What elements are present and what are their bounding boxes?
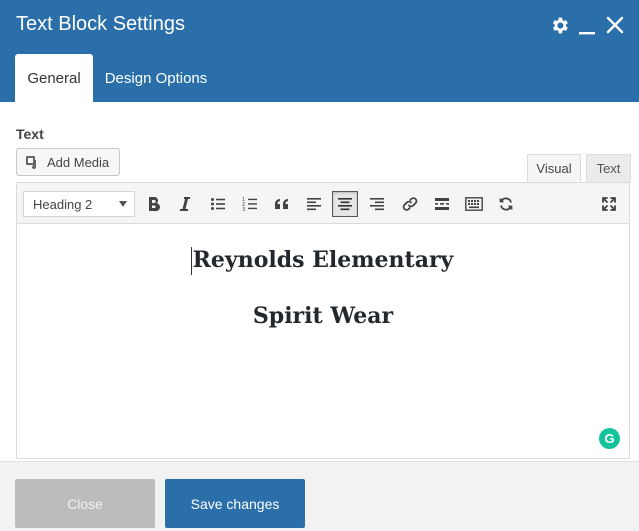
align-left-icon[interactable] — [301, 191, 327, 217]
tab-visual[interactable]: Visual — [527, 154, 581, 182]
window-title: Text Block Settings — [16, 13, 185, 35]
align-center-icon[interactable] — [332, 191, 358, 217]
tab-text[interactable]: Text — [586, 154, 631, 182]
bullet-list-icon[interactable] — [205, 191, 231, 217]
heading-line-1: Reynolds Elementary — [192, 247, 454, 273]
close-icon[interactable] — [604, 14, 626, 36]
editor-toolbar: Heading 2 1 2 3 — [17, 183, 629, 224]
text-field-label: Text — [16, 126, 44, 142]
tab-design-options[interactable]: Design Options — [96, 54, 216, 102]
fullscreen-icon[interactable] — [596, 191, 622, 217]
window-header: Text Block Settings General Design Optio… — [0, 0, 639, 102]
read-more-icon[interactable] — [429, 191, 455, 217]
dialog-footer: Close Save changes — [0, 461, 639, 531]
rich-text-editor: Heading 2 1 2 3 Reynolds Elementary Spir… — [16, 182, 630, 459]
heading-line-2: Spirit Wear — [252, 303, 394, 329]
minimize-icon[interactable] — [576, 14, 598, 36]
italic-icon[interactable] — [172, 191, 198, 217]
tab-general[interactable]: General — [15, 54, 93, 102]
bold-icon[interactable] — [141, 191, 167, 217]
align-right-icon[interactable] — [364, 191, 390, 217]
numbered-list-icon[interactable]: 1 2 3 — [237, 191, 263, 217]
close-button[interactable]: Close — [15, 479, 155, 528]
media-icon — [25, 154, 41, 170]
save-changes-button[interactable]: Save changes — [165, 479, 305, 528]
format-select[interactable]: Heading 2 — [23, 191, 135, 217]
format-select-value: Heading 2 — [33, 196, 93, 212]
chevron-down-icon — [119, 201, 127, 207]
add-media-label: Add Media — [47, 154, 110, 170]
editor-content[interactable]: Reynolds Elementary Spirit Wear G — [17, 225, 629, 458]
toolbar-toggle-icon[interactable] — [461, 191, 487, 217]
svg-text:3: 3 — [242, 207, 245, 212]
add-media-button[interactable]: Add Media — [16, 148, 120, 176]
grammarly-icon[interactable]: G — [599, 428, 620, 449]
refresh-icon[interactable] — [493, 191, 519, 217]
gear-icon[interactable] — [548, 14, 570, 36]
blockquote-icon[interactable] — [269, 191, 295, 217]
link-icon[interactable] — [397, 191, 423, 217]
